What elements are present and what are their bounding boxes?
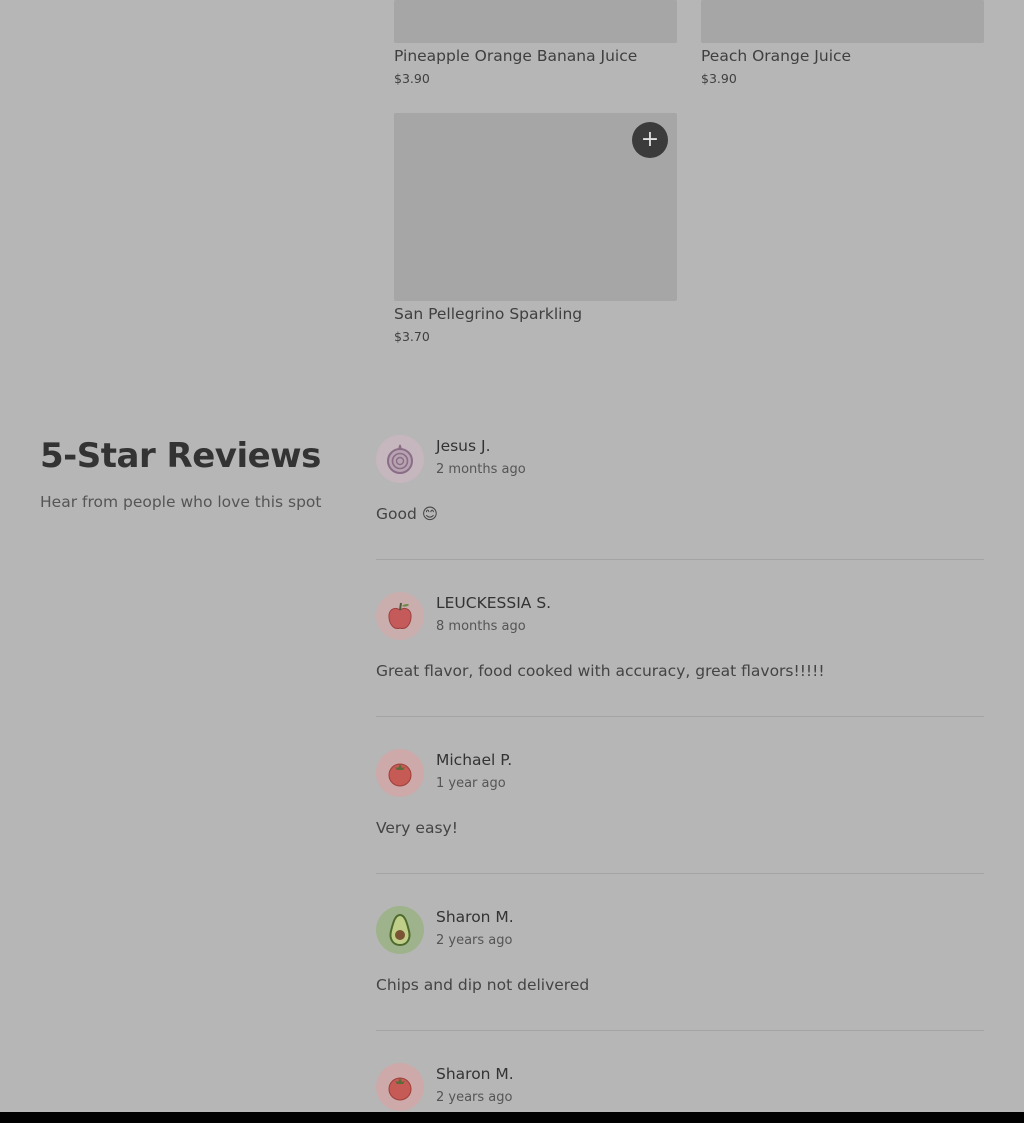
- avatar: [376, 1063, 424, 1111]
- reviewer-name: Jesus J.: [436, 437, 491, 455]
- product-price: $3.90: [701, 71, 737, 86]
- review-item: Michael P. 1 year ago Very easy!: [376, 749, 984, 875]
- divider: [376, 716, 984, 717]
- plus-icon: +: [640, 127, 660, 152]
- reviews-subtitle: Hear from people who love this spot: [40, 493, 322, 511]
- review-text: Chips and dip not delivered: [376, 976, 590, 994]
- product-price: $3.70: [394, 329, 430, 344]
- review-item: LEUCKESSIA S. 8 months ago Great flavor,…: [376, 592, 984, 718]
- review-item: Sharon M. 2 years ago Chips and dip not …: [376, 906, 984, 1032]
- product-card[interactable]: + San Pellegrino Sparkling $3.70: [394, 113, 677, 351]
- avatar: [376, 749, 424, 797]
- reviewer-name: Michael P.: [436, 751, 513, 769]
- onion-icon: [387, 444, 413, 474]
- product-name: Pineapple Orange Banana Juice: [394, 47, 638, 65]
- product-card[interactable]: Pineapple Orange Banana Juice $3.90: [394, 0, 677, 92]
- reviewer-name: LEUCKESSIA S.: [436, 594, 552, 612]
- avocado-icon: [389, 913, 411, 947]
- review-date: 1 year ago: [436, 776, 506, 791]
- product-name: San Pellegrino Sparkling: [394, 305, 583, 323]
- product-image[interactable]: +: [394, 113, 677, 301]
- divider: [376, 1030, 984, 1031]
- bottom-bar: [0, 1112, 1024, 1123]
- product-image[interactable]: [394, 0, 677, 43]
- review-item: Jesus J. 2 months ago Good 😊: [376, 435, 984, 561]
- review-date: 8 months ago: [436, 619, 526, 634]
- product-price: $3.90: [394, 71, 430, 86]
- avatar: [376, 906, 424, 954]
- tomato-icon: [388, 1077, 412, 1101]
- reviews-title: 5-Star Reviews: [40, 436, 321, 476]
- review-date: 2 years ago: [436, 933, 513, 948]
- avatar: [376, 435, 424, 483]
- tomato-icon: [388, 763, 412, 787]
- add-to-cart-button[interactable]: +: [632, 122, 668, 158]
- product-card[interactable]: Peach Orange Juice $3.90: [701, 0, 984, 92]
- product-name: Peach Orange Juice: [701, 47, 852, 65]
- review-text: Great flavor, food cooked with accuracy,…: [376, 662, 825, 680]
- divider: [376, 873, 984, 874]
- apple-icon: [388, 602, 412, 629]
- review-text: Very easy!: [376, 819, 458, 837]
- review-date: 2 months ago: [436, 462, 526, 477]
- divider: [376, 559, 984, 560]
- review-date: 2 years ago: [436, 1090, 513, 1105]
- avatar: [376, 592, 424, 640]
- reviewer-name: Sharon M.: [436, 908, 514, 926]
- reviewer-name: Sharon M.: [436, 1065, 514, 1083]
- review-text: Good 😊: [376, 505, 438, 523]
- product-image[interactable]: [701, 0, 984, 43]
